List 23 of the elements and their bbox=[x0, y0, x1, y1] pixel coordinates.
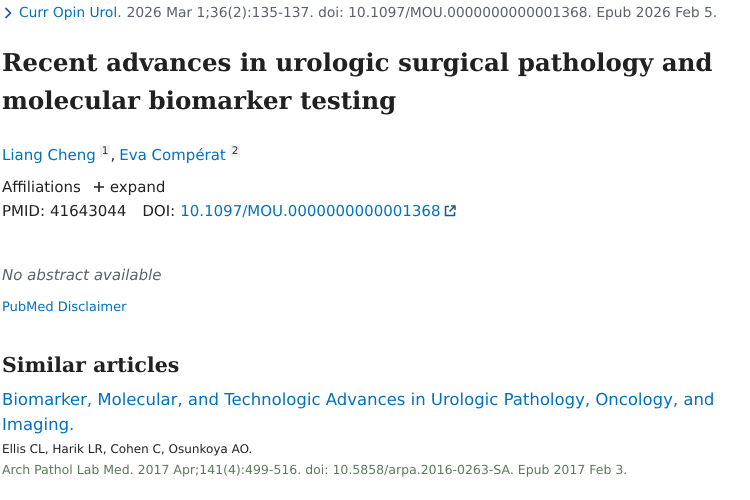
section-heading: Similar articles bbox=[2, 353, 180, 377]
journal-link[interactable]: Curr Opin Urol. bbox=[19, 5, 122, 21]
affiliation-number[interactable]: 2 bbox=[230, 145, 240, 157]
author-link[interactable]: Liang Cheng bbox=[2, 146, 96, 164]
chevron-icon bbox=[4, 7, 12, 19]
author-link[interactable]: Eva Compérat bbox=[119, 146, 226, 164]
doi-label: DOI: bbox=[142, 202, 176, 220]
external-link-icon[interactable] bbox=[444, 205, 456, 217]
disclaimer-link[interactable]: PubMed Disclaimer bbox=[2, 300, 126, 315]
expand-button[interactable]: expand bbox=[92, 178, 166, 196]
comma: , bbox=[110, 146, 116, 164]
affiliations-label: Affiliations bbox=[2, 178, 81, 196]
plus-icon bbox=[92, 181, 105, 193]
article-link[interactable]: Biomarker, Molecular, and Technologic Advances in Urologic Pathology, Oncology, and Imaging. bbox=[2, 387, 732, 437]
article-title: Recent advances in urologic surgical pathology and molecular biomarker testing bbox=[2, 47, 714, 117]
article-authors: Ellis CL, Harik LR, Cohen C, Osunkoya AO. bbox=[2, 442, 254, 456]
affiliation-number[interactable]: 1 bbox=[100, 145, 110, 157]
citation-details: 2026 Mar 1;36(2):135-137. doi: 10.1097/MOU.0000000000001368. Epub 2026 Feb 5. bbox=[126, 5, 718, 21]
doi-link[interactable]: 10.1097/MOU.0000000000001368 bbox=[180, 202, 440, 220]
no-abstract-note: No abstract available bbox=[2, 266, 163, 284]
pmid-label: PMID: bbox=[2, 202, 46, 220]
article-citation: Arch Pathol Lab Med. 2017 Apr;141(4):499-516. doi: 10.5858/arpa.2016-0263-SA. Epub 2017 Feb 3. bbox=[2, 462, 628, 477]
pmid-value: 41643044 bbox=[50, 202, 126, 220]
